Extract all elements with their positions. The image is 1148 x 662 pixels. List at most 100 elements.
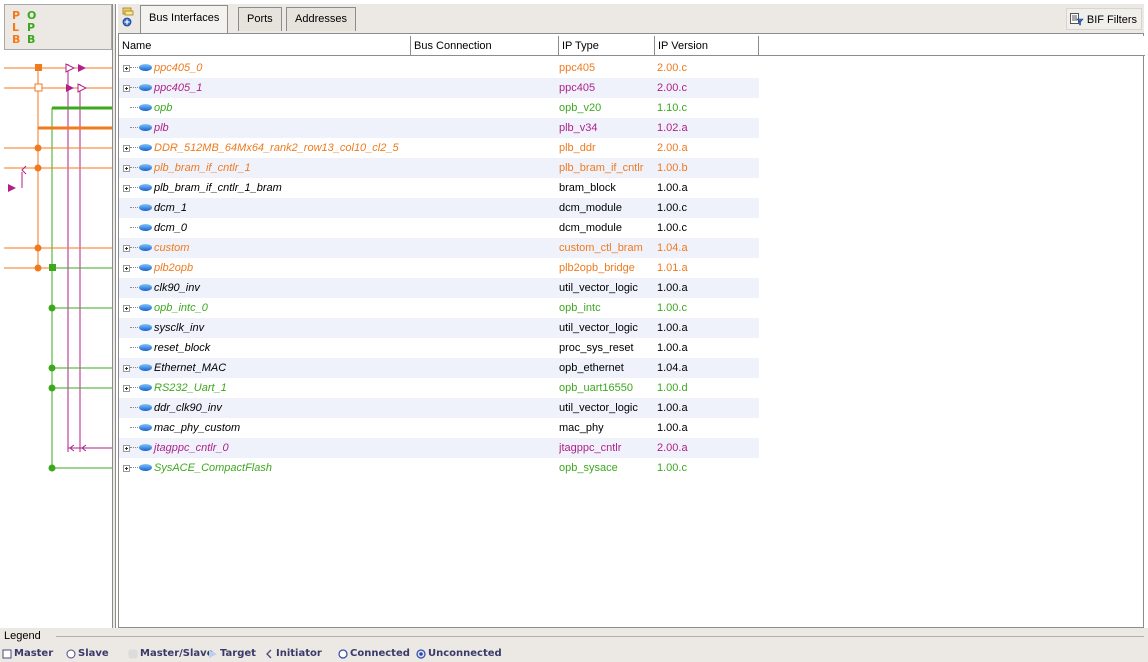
expand-tree-icon[interactable] (120, 6, 136, 28)
ip-instance-icon (139, 303, 152, 311)
tree-connector (130, 107, 138, 109)
ip-instance-icon (139, 83, 152, 91)
ip-instance-icon (139, 103, 152, 111)
table-body: ppc405_0 ppc405 2.00.c ppc405_1 ppc405 2.00.c… (119, 58, 759, 478)
panel-splitter[interactable] (112, 4, 116, 628)
table-row[interactable]: SysACE_CompactFlash opb_sysace 1.00.c (119, 458, 759, 478)
expand-toggle-icon[interactable] (123, 164, 130, 172)
expand-toggle-icon[interactable] (123, 384, 130, 392)
ip-name-cell: dcm_0 (123, 218, 413, 238)
target-triangle-icon (77, 83, 88, 93)
legend-panel: Legend Master Slave Master/Slave Target Init… (0, 628, 1148, 662)
master-square-icon (35, 64, 42, 71)
ip-name: mac_phy_custom (154, 422, 241, 434)
bus-header-letter: B (27, 33, 36, 46)
expand-toggle-icon[interactable] (123, 144, 130, 152)
table-row[interactable]: plb_bram_if_cntlr_1 plb_bram_if_cntlr 1.00… (119, 158, 759, 178)
table-row[interactable]: Ethernet_MAC opb_ethernet 1.04.a (119, 358, 759, 378)
master-square-icon (49, 264, 56, 271)
unconnected-circle-icon (416, 649, 426, 659)
table-row[interactable]: plb2opb plb2opb_bridge 1.01.a (119, 258, 759, 278)
table-row[interactable]: RS232_Uart_1 opb_uart16550 1.00.d (119, 378, 759, 398)
ip-type-cell: plb_v34 (559, 122, 598, 134)
target-triangle-icon (65, 63, 76, 73)
table-row[interactable]: dcm_0 dcm_module 1.00.c (119, 218, 759, 238)
ip-name: opb (154, 102, 173, 114)
ip-type-cell: opb_ethernet (559, 362, 624, 374)
ip-version-cell: 1.00.a (657, 282, 688, 294)
table-row[interactable]: ddr_clk90_inv util_vector_logic 1.00.a (119, 398, 759, 418)
expand-toggle-icon[interactable] (123, 244, 130, 252)
ip-version-cell: 1.00.c (657, 202, 687, 214)
ip-version-cell: 1.00.c (657, 462, 687, 474)
table-row[interactable]: ppc405_1 ppc405 2.00.c (119, 78, 759, 98)
expand-toggle-icon[interactable] (123, 444, 130, 452)
table-row[interactable]: ppc405_0 ppc405 2.00.c (119, 58, 759, 78)
table-row[interactable]: jtagppc_cntlr_0 jtagppc_cntlr 2.00.a (119, 438, 759, 458)
table-row[interactable]: custom custom_ctl_bram 1.04.a (119, 238, 759, 258)
ip-version-cell: 2.00.a (657, 442, 688, 454)
tree-connector (130, 447, 138, 449)
expand-toggle-icon[interactable] (123, 304, 130, 312)
ip-instance-icon (139, 443, 152, 451)
bus-diagram[interactable] (4, 50, 113, 628)
bif-filters-button[interactable]: BIF Filters (1065, 8, 1142, 30)
column-header-ip-version[interactable]: IP Version (655, 36, 759, 56)
tree-connector (130, 227, 138, 229)
ip-name: opb_intc_0 (154, 302, 208, 314)
ip-version-cell: 1.01.a (657, 262, 688, 274)
table-row[interactable]: mac_phy_custom mac_phy 1.00.a (119, 418, 759, 438)
tree-connector (130, 147, 138, 149)
tree-connector (130, 387, 138, 389)
bus-header-letter: O (27, 9, 37, 22)
ip-version-cell: 1.00.b (657, 162, 688, 174)
expand-toggle-icon[interactable] (123, 84, 130, 92)
bus-header-letter: L (12, 21, 20, 34)
legend-item-connected: Connected (338, 648, 412, 659)
legend-item-master-slave: Master/Slave (128, 648, 213, 659)
ip-instance-icon (139, 203, 152, 211)
ip-instance-icon (139, 163, 152, 171)
expand-toggle-icon[interactable] (123, 184, 130, 192)
bus-connection-svg[interactable] (4, 50, 112, 628)
ip-type-cell: bram_block (559, 182, 616, 194)
expand-toggle-icon[interactable] (123, 264, 130, 272)
ip-type-cell: plb2opb_bridge (559, 262, 635, 274)
table-row[interactable]: opb opb_v20 1.10.c (119, 98, 759, 118)
table-row[interactable]: clk90_inv util_vector_logic 1.00.a (119, 278, 759, 298)
table-row[interactable]: DDR_512MB_64Mx64_rank2_row13_col10_cl2_5… (119, 138, 759, 158)
ip-name-cell: plb_bram_if_cntlr_1_bram (123, 178, 413, 198)
column-header-bus-connection[interactable]: Bus Connection (411, 36, 559, 56)
tab-addresses[interactable]: Addresses (286, 7, 356, 31)
table-row[interactable]: plb_bram_if_cntlr_1_bram bram_block 1.00.a (119, 178, 759, 198)
table-row[interactable]: opb_intc_0 opb_intc 1.00.c (119, 298, 759, 318)
expand-toggle-icon[interactable] (123, 464, 130, 472)
ip-name-cell: plb2opb (123, 258, 413, 278)
table-row[interactable]: reset_block proc_sys_reset 1.00.a (119, 338, 759, 358)
ip-version-cell: 2.00.c (657, 62, 687, 74)
ip-instance-icon (139, 423, 152, 431)
target-triangle-icon (209, 650, 217, 658)
column-header-ip-type[interactable]: IP Type (559, 36, 655, 56)
ip-name-cell: opb (123, 98, 413, 118)
ip-name-cell: ddr_clk90_inv (123, 398, 413, 418)
column-header-name[interactable]: Name (119, 36, 411, 56)
expand-toggle-icon[interactable] (123, 64, 130, 72)
table-row[interactable]: sysclk_inv util_vector_logic 1.00.a (119, 318, 759, 338)
ip-type-cell: util_vector_logic (559, 322, 638, 334)
filter-icon (1069, 13, 1084, 26)
expand-toggle-icon[interactable] (123, 364, 130, 372)
table-row[interactable]: dcm_1 dcm_module 1.00.c (119, 198, 759, 218)
bus-header-letter: B (12, 33, 21, 46)
ip-name: ppc405_1 (154, 82, 203, 94)
table-row[interactable]: plb plb_v34 1.02.a (119, 118, 759, 138)
ip-version-cell: 1.04.a (657, 242, 688, 254)
tab-bus-interfaces[interactable]: Bus Interfaces (140, 5, 229, 33)
initiator-chevron-icon (266, 649, 272, 659)
tree-connector (130, 327, 138, 329)
tab-ports[interactable]: Ports (238, 7, 282, 31)
slave-circle-icon (48, 464, 56, 472)
ip-instance-icon (139, 243, 152, 251)
ip-version-cell: 1.00.a (657, 182, 688, 194)
